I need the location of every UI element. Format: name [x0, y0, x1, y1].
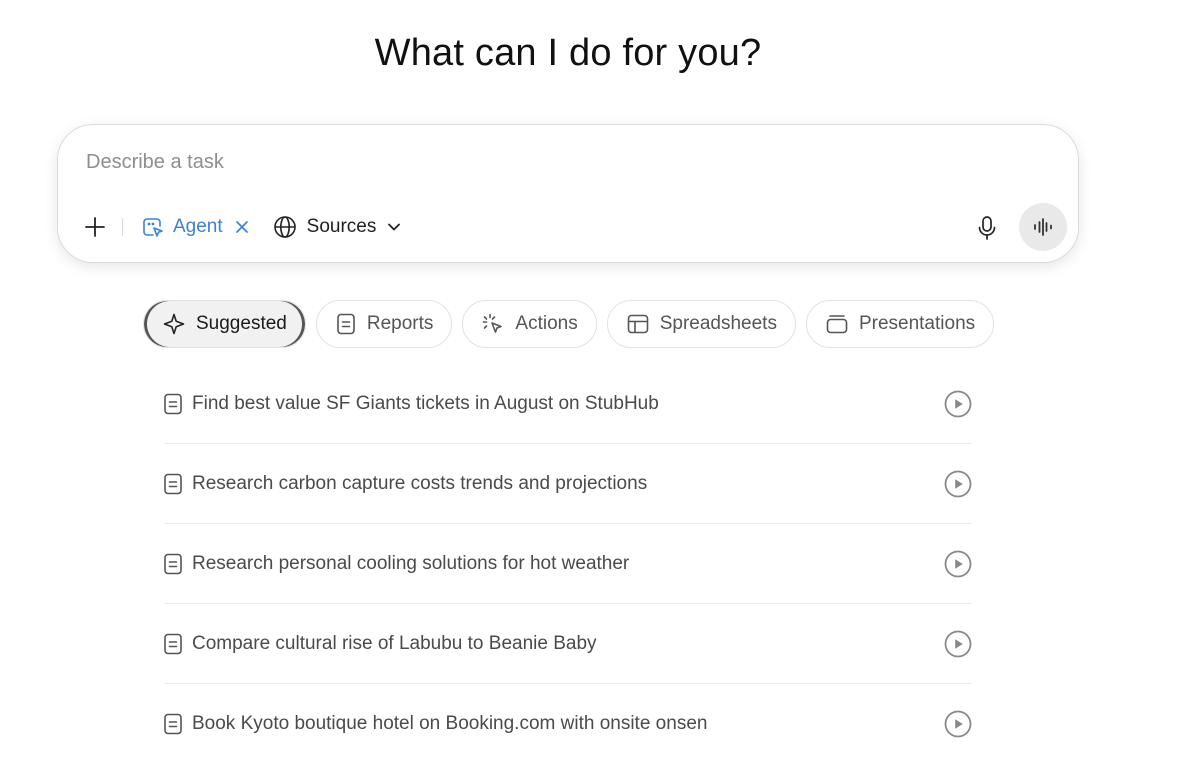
close-icon: [235, 221, 248, 233]
suggestion-item[interactable]: Compare cultural rise of Labubu to Beani…: [164, 604, 972, 684]
sources-dropdown[interactable]: Sources: [273, 215, 403, 239]
suggestion-tabs: Suggested Reports Actions Spreadsheets P…: [143, 300, 995, 348]
run-suggestion-button[interactable]: [944, 710, 972, 738]
microphone-icon: [978, 216, 996, 240]
task-composer: Agent Sources: [57, 124, 1079, 263]
play-icon: [944, 710, 972, 738]
microphone-button[interactable]: [970, 211, 1004, 245]
tab-actions[interactable]: Actions: [462, 300, 597, 348]
cursor-click-icon: [483, 313, 503, 333]
document-icon: [164, 633, 182, 655]
tab-spreadsheets[interactable]: Spreadsheets: [606, 300, 796, 348]
run-suggestion-button[interactable]: [944, 470, 972, 498]
run-suggestion-button[interactable]: [944, 390, 972, 418]
play-icon: [944, 550, 972, 578]
play-icon: [944, 630, 972, 658]
toolbar-divider: [122, 218, 123, 236]
page-title: What can I do for you?: [374, 32, 762, 74]
agent-chip[interactable]: Agent: [141, 215, 249, 239]
suggestion-text: Book Kyoto boutique hotel on Booking.com…: [192, 713, 708, 734]
play-icon: [944, 390, 972, 418]
play-icon: [944, 470, 972, 498]
document-icon: [164, 393, 182, 415]
document-icon: [164, 473, 182, 495]
suggestion-item[interactable]: Research carbon capture costs trends and…: [164, 444, 972, 524]
document-icon: [164, 713, 182, 735]
tab-label: Spreadsheets: [659, 313, 777, 334]
agent-label: Agent: [173, 216, 223, 237]
agent-icon: [143, 218, 163, 237]
suggestion-text: Find best value SF Giants tickets in Aug…: [192, 392, 659, 414]
composer-toolbar: Agent Sources: [80, 209, 402, 245]
suggestion-text: Research personal cooling solutions for …: [192, 552, 630, 574]
tab-presentations[interactable]: Presentations: [805, 300, 995, 348]
globe-icon: [273, 216, 296, 238]
task-input[interactable]: [86, 147, 986, 177]
remove-agent-button[interactable]: [235, 220, 249, 234]
sources-label: Sources: [306, 216, 377, 237]
tab-label: Presentations: [858, 313, 976, 334]
add-button[interactable]: [80, 212, 110, 242]
waveform-icon: [1034, 218, 1052, 236]
chevron-down-icon: [388, 223, 401, 231]
run-suggestion-button[interactable]: [944, 630, 972, 658]
document-icon: [164, 553, 182, 575]
sparkle-icon: [163, 313, 185, 335]
tab-suggested[interactable]: Suggested: [143, 300, 306, 348]
run-suggestion-button[interactable]: [944, 550, 972, 578]
suggestion-list: Find best value SF Giants tickets in Aug…: [164, 364, 972, 764]
suggestion-item[interactable]: Research personal cooling solutions for …: [164, 524, 972, 604]
slides-icon: [826, 315, 848, 334]
page: What can I do for you? Agent: [0, 0, 1200, 776]
suggestion-item[interactable]: Book Kyoto boutique hotel on Booking.com…: [164, 684, 972, 764]
tab-label: Reports: [366, 313, 434, 334]
tab-reports[interactable]: Reports: [315, 300, 453, 348]
table-icon: [627, 314, 649, 334]
suggestion-item[interactable]: Find best value SF Giants tickets in Aug…: [164, 364, 972, 444]
tab-label: Actions: [515, 313, 578, 334]
plus-icon: [85, 217, 105, 237]
tab-label: Suggested: [196, 313, 287, 334]
suggestion-text: Research carbon capture costs trends and…: [192, 472, 648, 494]
suggestion-text: Compare cultural rise of Labubu to Beani…: [192, 632, 597, 654]
voice-mode-button[interactable]: [1019, 203, 1067, 251]
document-icon: [337, 313, 355, 335]
